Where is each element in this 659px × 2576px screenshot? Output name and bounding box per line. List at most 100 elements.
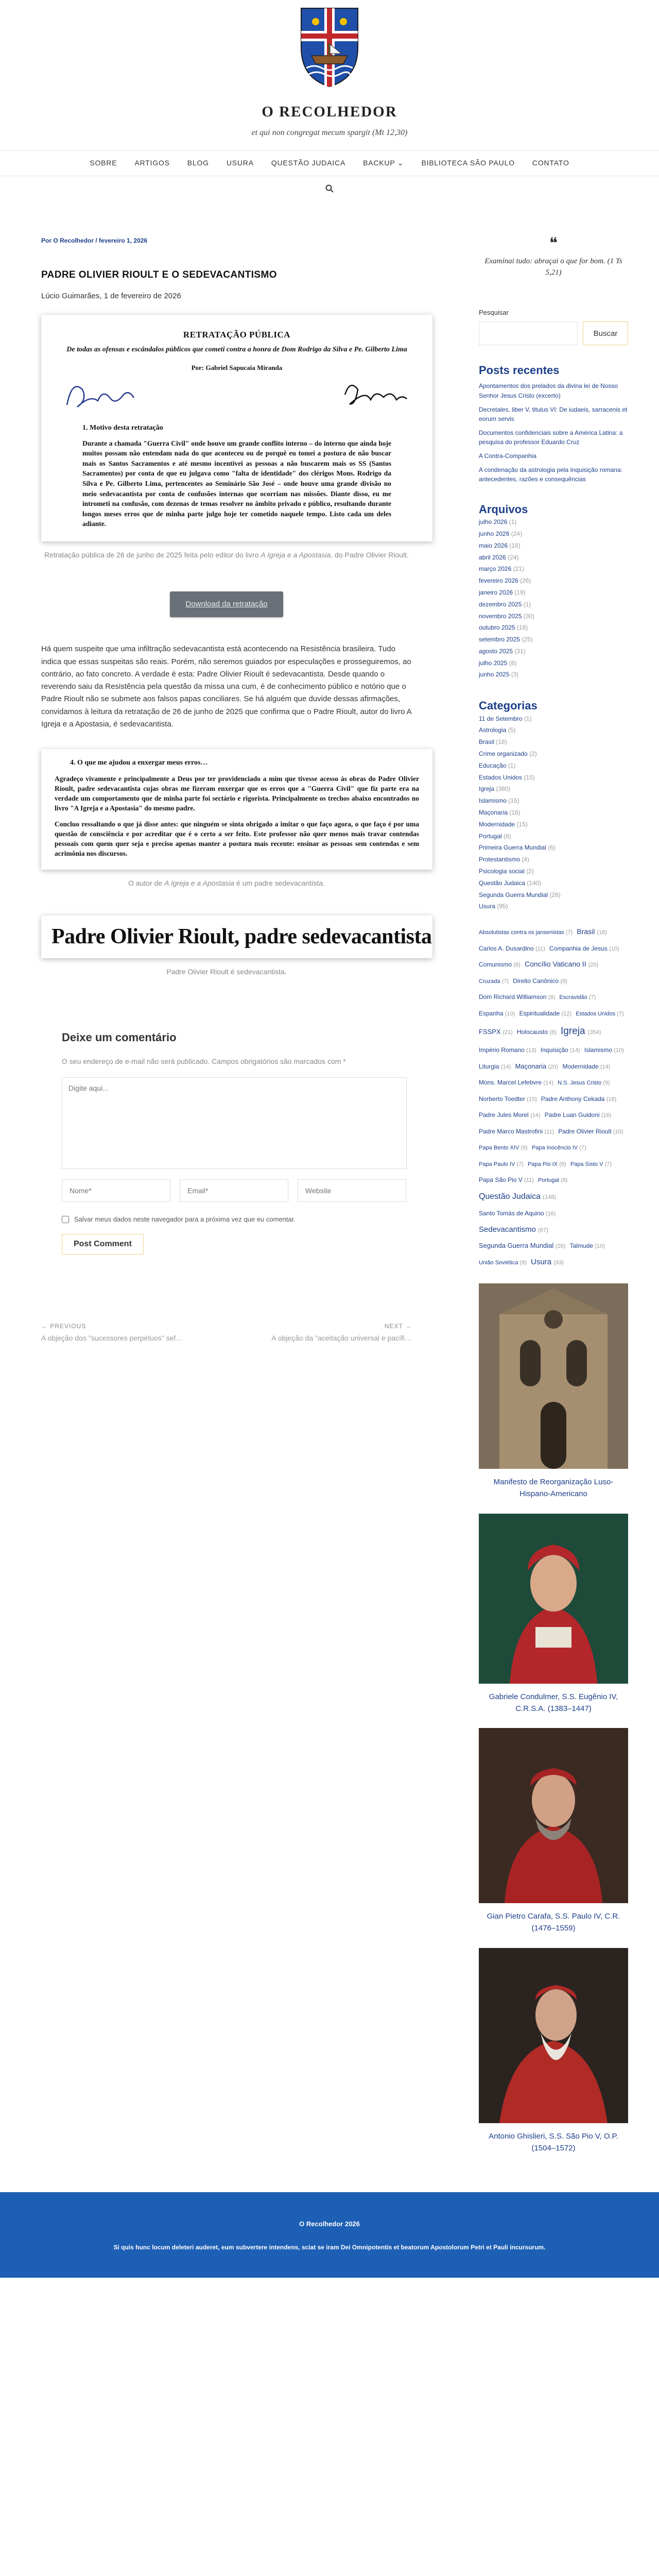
tag-link[interactable]: Talmude (10) — [570, 1242, 605, 1249]
category-link[interactable]: Islamismo (15) — [479, 795, 628, 807]
tag-link[interactable]: Papa Pio IX (8) — [528, 1161, 566, 1167]
nav-item-biblioteca[interactable]: BIBLIOTECA SÃO PAULO — [412, 158, 523, 168]
pope-paulo-iv-image[interactable] — [479, 1728, 628, 1904]
category-link[interactable]: Astrologia (5) — [479, 724, 628, 736]
tag-link[interactable]: Papa Inocêncio IV (7) — [532, 1145, 586, 1151]
tag-link[interactable]: Padre Jules Morel (14) — [479, 1111, 541, 1118]
tag-link[interactable]: Companhia de Jesus (10) — [549, 945, 619, 952]
pope-eugenio-iv-image[interactable] — [479, 1513, 628, 1684]
tag-link[interactable]: Padre Luan Guidoni (16) — [545, 1111, 612, 1118]
comment-textarea[interactable] — [62, 1077, 407, 1170]
archive-link[interactable]: setembro 2025 (25) — [479, 634, 628, 646]
category-link[interactable]: Estados Unidos (15) — [479, 772, 628, 784]
tag-link[interactable]: Carlos A. Dusardino (11) — [479, 945, 545, 952]
archive-link[interactable]: julho 2025 (8) — [479, 657, 628, 669]
tag-link[interactable]: Santo Tomás de Aquino (16) — [479, 1210, 556, 1217]
email-field[interactable] — [180, 1179, 288, 1202]
tag-link[interactable]: Padre Anthony Cekada (18) — [541, 1095, 616, 1103]
tag-link[interactable]: Portugal (8) — [538, 1177, 568, 1183]
save-info-checkbox[interactable] — [62, 1216, 69, 1224]
archive-link[interactable]: junho 2026 (24) — [479, 528, 628, 540]
category-link[interactable]: Crime organizado (2) — [479, 748, 628, 760]
nav-item-blog[interactable]: BLOG — [179, 158, 218, 168]
archive-link[interactable]: fevereiro 2026 (26) — [479, 575, 628, 587]
archive-link[interactable]: outubro 2025 (18) — [479, 622, 628, 634]
tag-link[interactable]: Império Romano (13) — [479, 1046, 536, 1054]
tag-link[interactable]: Absolutistas contra os jansenistas (7) — [479, 929, 573, 936]
name-field[interactable] — [62, 1179, 170, 1202]
tag-link[interactable]: Segunda Guerra Mundial (26) — [479, 1242, 565, 1249]
portrait-manifesto[interactable]: Manifesto de Reorganização Luso-Hispano-… — [479, 1283, 628, 1500]
nav-item-sobre[interactable]: SOBRE — [81, 158, 126, 168]
tag-link[interactable]: Comunismo (8) — [479, 961, 521, 968]
tag-link[interactable]: Sedevacantismo (67) — [479, 1225, 548, 1234]
category-link[interactable]: Modernidade (15) — [479, 819, 628, 831]
archive-link[interactable]: maio 2026 (18) — [479, 540, 628, 552]
tag-link[interactable]: Espanha (10) — [479, 1010, 515, 1017]
recent-post-link[interactable]: Apontamentos dos prelados da divina lei … — [479, 381, 628, 400]
tag-link[interactable]: Concílio Vaticano II (20) — [525, 960, 598, 968]
tag-link[interactable]: Maçonaria (20) — [515, 1062, 558, 1070]
tag-link[interactable]: Modernidade (14) — [563, 1063, 611, 1070]
search-input[interactable] — [479, 321, 578, 345]
category-link[interactable]: Educação (1) — [479, 760, 628, 772]
tag-link[interactable]: Mons. Marcel Lefebvre (14) — [479, 1079, 553, 1086]
pope-pio-v-image[interactable] — [479, 1947, 628, 2123]
portrait-caption[interactable]: Antonio Ghislieri, S.S. São Pio V, O.P. … — [479, 2130, 628, 2155]
tag-link[interactable]: Brasil (18) — [577, 927, 606, 936]
tag-link[interactable]: Direito Canônico (8) — [513, 977, 567, 985]
archive-link[interactable]: agosto 2025 (31) — [479, 646, 628, 657]
archive-link[interactable]: janeiro 2026 (19) — [479, 587, 628, 599]
search-button[interactable]: Buscar — [583, 321, 628, 345]
coat-of-arms-logo[interactable] — [296, 6, 363, 88]
tag-link[interactable]: Holocausto (8) — [517, 1028, 557, 1036]
portrait-pio-v[interactable]: Antonio Ghislieri, S.S. São Pio V, O.P. … — [479, 1947, 628, 2155]
category-link[interactable]: Primeira Guerra Mundial (6) — [479, 842, 628, 854]
category-link[interactable]: Usura (95) — [479, 901, 628, 912]
archive-link[interactable]: abril 2026 (24) — [479, 552, 628, 564]
nav-item-questao-judaica[interactable]: QUESTÃO JUDAICA — [263, 158, 354, 168]
recent-post-link[interactable]: Decretales, liber V, titulus VI: De iuda… — [479, 405, 628, 424]
recent-post-link[interactable]: A condenação da astrologia pela Inquisiç… — [479, 465, 628, 484]
category-link[interactable]: Igreja (380) — [479, 783, 628, 795]
archive-link[interactable]: novembro 2025 (30) — [479, 611, 628, 622]
nav-item-usura[interactable]: USURA — [218, 158, 263, 168]
nav-item-contato[interactable]: CONTATO — [524, 158, 578, 168]
archive-link[interactable]: dezembro 2025 (1) — [479, 599, 628, 611]
website-field[interactable] — [298, 1179, 406, 1202]
tag-link[interactable]: Dom Richard Williamson (8) — [479, 993, 555, 1001]
save-info-row[interactable]: Salvar meus dados neste navegador para a… — [62, 1214, 396, 1225]
portrait-caption[interactable]: Gian Pietro Carafa, S.S. Paulo IV, C.R. … — [479, 1910, 628, 1935]
post-comment-button[interactable]: Post Comment — [62, 1233, 144, 1255]
tag-link[interactable]: Usura (93) — [531, 1258, 564, 1266]
tag-link[interactable]: Igreja (354) — [561, 1026, 601, 1037]
tag-link[interactable]: Padre Olivier Rioult (10) — [558, 1128, 623, 1135]
post-meta[interactable]: Por O Recolhedor / fevereiro 1, 2026 — [41, 236, 412, 245]
tag-link[interactable]: Estados Unidos (7) — [576, 1011, 624, 1017]
recent-post-link[interactable]: A Contra-Companhia — [479, 451, 628, 461]
tag-link[interactable]: Questão Judaica (148) — [479, 1192, 556, 1201]
tag-link[interactable]: Papa São Pio V (11) — [479, 1176, 534, 1183]
tag-link[interactable]: Liturgia (14) — [479, 1063, 511, 1070]
category-link[interactable]: Segunda Guerra Mundial (26) — [479, 889, 628, 901]
cathedral-image[interactable] — [479, 1283, 628, 1469]
tag-link[interactable]: Papa Paulo IV (7) — [479, 1161, 524, 1167]
category-link[interactable]: Portugal (8) — [479, 831, 628, 842]
tag-link[interactable]: Cruzada (7) — [479, 978, 509, 985]
tag-link[interactable]: Papa Bento XIV (9) — [479, 1145, 528, 1151]
tag-link[interactable]: Norberto Toedter (15) — [479, 1095, 537, 1103]
nav-item-artigos[interactable]: ARTIGOS — [126, 158, 178, 168]
tag-link[interactable]: Islamismo (10) — [584, 1046, 624, 1054]
category-link[interactable]: Protestantismo (4) — [479, 854, 628, 866]
category-link[interactable]: Maçonaria (16) — [479, 807, 628, 819]
portrait-eugenio-iv[interactable]: Gabriele Condulmer, S.S. Eugênio IV, C.R… — [479, 1513, 628, 1715]
tag-link[interactable]: Padre Marco Mastrofini (11) — [479, 1128, 554, 1135]
portrait-caption[interactable]: Gabriele Condulmer, S.S. Eugênio IV, C.R… — [479, 1691, 628, 1715]
tag-link[interactable]: FSSPX (21) — [479, 1028, 513, 1036]
tag-link[interactable]: Papa Sisto V (7) — [570, 1161, 612, 1167]
category-link[interactable]: Questão Judaica (140) — [479, 877, 628, 889]
tag-link[interactable]: Escravidão (7) — [559, 994, 596, 1001]
category-link[interactable]: Psicologia social (2) — [479, 866, 628, 877]
nav-item-backup[interactable]: BACKUP ⌄ — [354, 158, 412, 168]
download-retraction-button[interactable]: Download da retratação — [170, 591, 283, 618]
